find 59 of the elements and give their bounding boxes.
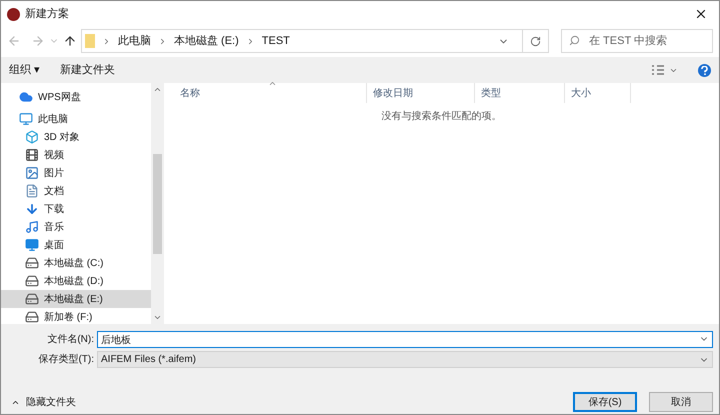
chevron-icon [158, 36, 167, 46]
new-folder-button[interactable]: 新建文件夹 [60, 62, 116, 78]
up-button[interactable] [63, 34, 77, 48]
breadcrumb-item[interactable]: 此电脑 [118, 32, 151, 50]
chevron-icon [102, 36, 111, 46]
sidebar-item[interactable]: 图片 [1, 164, 151, 182]
folder-icon [85, 34, 95, 48]
document-icon [25, 184, 39, 198]
sidebar-item[interactable]: 新加卷 (F:) [1, 308, 151, 324]
sidebar-item[interactable]: 下载 [1, 200, 151, 218]
save-button[interactable]: 保存(S) [573, 392, 637, 412]
column-header[interactable]: 大小 [565, 83, 631, 103]
search-icon [569, 35, 580, 46]
filetype-label: 保存类型(T): [37, 352, 94, 367]
filename-label: 文件名(N): [46, 332, 94, 347]
column-header[interactable]: 类型 [475, 83, 565, 103]
empty-message: 没有与搜索条件匹配的项。 [382, 110, 502, 124]
breadcrumb-item[interactable]: 本地磁盘 (E:) [174, 32, 239, 50]
film-icon [25, 148, 39, 162]
sidebar-item[interactable]: WPS网盘 [1, 88, 151, 106]
window-title: 新建方案 [25, 6, 69, 22]
breadcrumb-item[interactable]: TEST [262, 32, 290, 50]
organize-menu[interactable]: 组织 ▾ [9, 62, 40, 78]
list-view-icon [651, 65, 665, 75]
sidebar-item[interactable]: 视频 [1, 146, 151, 164]
drive-icon [25, 292, 39, 306]
cancel-button[interactable]: 取消 [649, 392, 713, 412]
sidebar-item[interactable]: 3D 对象 [1, 128, 151, 146]
sidebar-item[interactable]: 本地磁盘 (D:) [1, 272, 151, 290]
search-field[interactable]: 在 TEST 中搜索 [561, 29, 713, 53]
sidebar-item[interactable]: 桌面 [1, 236, 151, 254]
desktop-icon [25, 238, 39, 252]
column-header[interactable]: 名称 [164, 83, 367, 103]
monitor-icon [19, 112, 33, 126]
image-icon [25, 166, 39, 180]
app-logo-icon [7, 8, 20, 20]
column-header[interactable]: 修改日期 [367, 83, 475, 103]
sidebar-item[interactable]: 本地磁盘 (C:) [1, 254, 151, 272]
sidebar-item[interactable]: 本地磁盘 (E:) [1, 290, 151, 308]
download-icon [25, 202, 39, 216]
music-icon [25, 220, 39, 234]
view-options-button[interactable] [651, 65, 678, 75]
address-bar[interactable]: 此电脑 本地磁盘 (E:) TEST [81, 29, 549, 53]
help-icon[interactable] [698, 64, 711, 76]
scroll-down-icon[interactable] [153, 313, 162, 322]
scroll-up-icon[interactable] [153, 85, 162, 94]
cloud-icon [19, 90, 33, 104]
filename-field[interactable]: 后地板 [97, 331, 713, 348]
refresh-icon [530, 36, 541, 46]
close-icon [694, 7, 708, 21]
cube-icon [25, 130, 39, 144]
filetype-dropdown[interactable]: AIFEM Files (*.aifem) [97, 351, 713, 368]
drive-icon [25, 274, 39, 288]
sidebar-item[interactable]: 文档 [1, 182, 151, 200]
sidebar-item[interactable]: 此电脑 [1, 110, 151, 128]
drive-icon [25, 310, 39, 324]
drive-icon [25, 256, 39, 270]
sidebar-item[interactable]: 音乐 [1, 218, 151, 236]
hide-folders-button[interactable]: 隐藏文件夹 [7, 394, 76, 410]
